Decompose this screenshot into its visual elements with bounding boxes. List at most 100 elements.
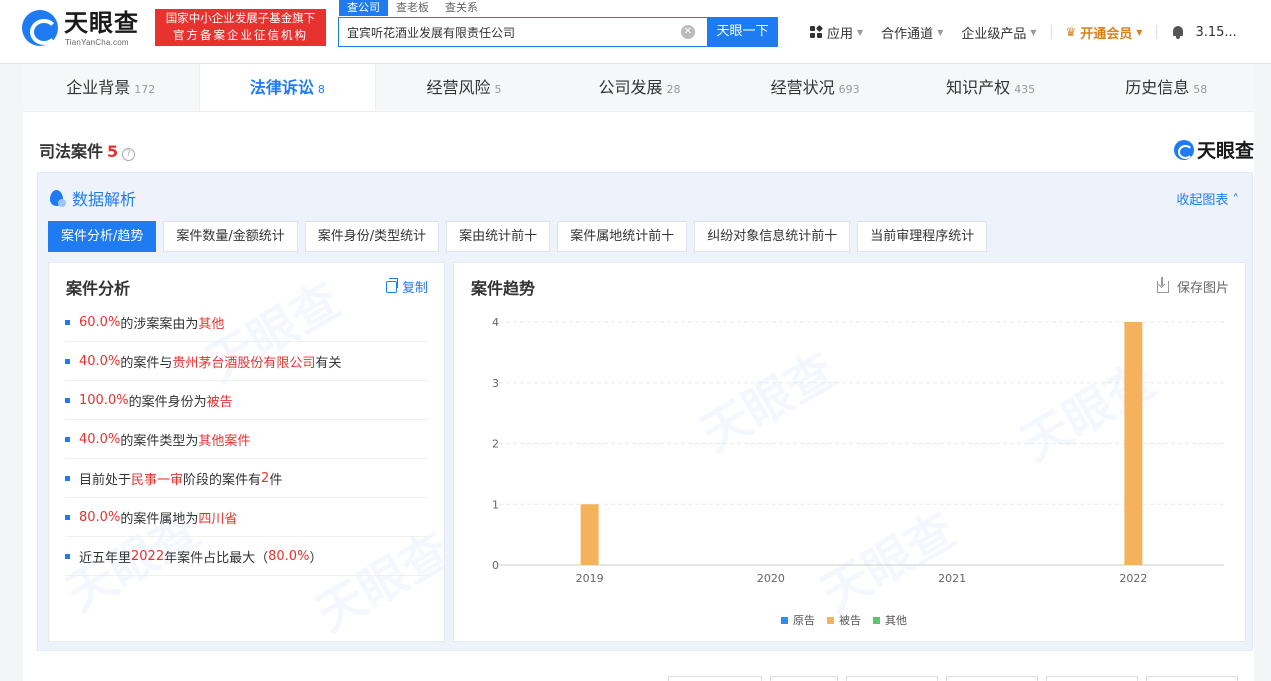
- sub-tab-role-type[interactable]: 案件身份/类型统计: [304, 221, 440, 252]
- analysis-text: 有关: [315, 355, 342, 371]
- case-trend-card: 天眼查 天眼查 天眼查 案件趋势 保存图片 0 1 2 3 4 2019 2020 2021 2…: [453, 262, 1246, 642]
- analysis-text: 件: [269, 472, 283, 488]
- nav-enterprise[interactable]: 企业级产品 ▼: [961, 23, 1036, 42]
- tab-label: 历史信息: [1125, 78, 1190, 97]
- legend-swatch: [873, 616, 880, 624]
- search-input[interactable]: [347, 23, 677, 41]
- highlight-text: 其他案件: [198, 433, 251, 449]
- bullet-icon: [65, 475, 70, 481]
- collapse-chart-button[interactable]: 收起图表 ˄: [1176, 189, 1239, 208]
- tab-risk[interactable]: 经营风险 5: [376, 64, 552, 111]
- gov-badge-line2: 官方备案企业征信机构: [173, 28, 308, 42]
- copy-icon: [385, 277, 398, 293]
- tab-count: 435: [1014, 83, 1036, 96]
- legend-item[interactable]: 被告: [827, 612, 861, 628]
- sub-tab-count-amount[interactable]: 案件数量/金额统计: [163, 221, 298, 252]
- legend-item[interactable]: 其他: [873, 612, 907, 628]
- sub-tab-analysis-trend[interactable]: 案件分析/趋势: [48, 221, 157, 252]
- x-tick-label: 2019: [576, 572, 604, 585]
- case-analysis-list: 60.0% 的涉案案由为 其他 40.0% 的案件与 贵州茅台酒股份有限公司 有关 100.0…: [65, 303, 428, 576]
- analysis-list-item: 40.0% 的案件类型为 其他案件: [65, 420, 428, 459]
- analysis-text: 的案件与: [120, 355, 173, 371]
- logo-mark-icon: [22, 10, 58, 46]
- section-title: 司法案件 5?: [39, 138, 136, 162]
- chevron-down-icon: ▼: [857, 27, 864, 37]
- copy-button[interactable]: 复制: [385, 277, 428, 296]
- highlight-text: 贵州茅台酒股份有限公司: [172, 355, 316, 371]
- logo-url: TianYanCha.com: [65, 38, 129, 47]
- chart-bar[interactable]: [1124, 322, 1143, 565]
- highlight-text: 40.0%: [79, 431, 121, 447]
- nav-apps[interactable]: 应用 ▼: [810, 23, 863, 42]
- analysis-text: 的涉案案由为: [120, 316, 199, 332]
- analysis-text: 年案件占比最大（: [164, 550, 269, 566]
- nav-vip[interactable]: ♛ 开通会员 ▼: [1066, 23, 1143, 42]
- highlight-text: 40.0%: [79, 353, 121, 369]
- analysis-text: 的案件类型为: [120, 433, 199, 449]
- tab-history[interactable]: 历史信息 58: [1078, 64, 1254, 111]
- chevron-up-icon: ˄: [1228, 193, 1239, 208]
- search-tab-boss[interactable]: 查老板: [388, 0, 437, 16]
- tab-label: 企业背景: [66, 78, 131, 97]
- pagination-stub: [1046, 676, 1138, 681]
- gov-badge[interactable]: 国家中小企业发展子基金旗下 官方备案企业征信机构: [155, 9, 326, 46]
- sub-tab-cause-top10[interactable]: 案由统计前十: [446, 221, 551, 252]
- tab-label: 公司发展: [598, 78, 663, 97]
- bullet-icon: [65, 358, 70, 364]
- analysis-icon: [50, 190, 66, 207]
- pagination-stub: [668, 676, 762, 681]
- highlight-text: 80.0%: [268, 548, 310, 564]
- y-tick-label: 1: [492, 498, 499, 511]
- chart-bar[interactable]: [580, 504, 599, 565]
- tab-count: 172: [134, 83, 156, 96]
- chevron-down-icon: ▼: [1136, 27, 1143, 37]
- bullet-icon: [65, 319, 70, 325]
- x-tick-label: 2022: [1119, 572, 1147, 585]
- search-button[interactable]: 天眼一下: [707, 17, 778, 47]
- y-tick-label: 0: [492, 559, 499, 572]
- chevron-down-icon: ▼: [1030, 27, 1037, 37]
- sub-tab-region-top10[interactable]: 案件属地统计前十: [557, 221, 688, 252]
- analysis-list-item: 40.0% 的案件与 贵州茅台酒股份有限公司 有关: [65, 342, 428, 381]
- analysis-text: 的案件身份为: [128, 394, 207, 410]
- y-tick-label: 3: [492, 377, 499, 390]
- x-tick-label: 2020: [757, 572, 785, 585]
- bullet-icon: [65, 514, 70, 520]
- tab-operation[interactable]: 经营状况 693: [727, 64, 903, 111]
- tab-label: 法律诉讼: [249, 78, 314, 97]
- tab-ip[interactable]: 知识产权 435: [903, 64, 1079, 111]
- nav-user[interactable]: 3.15...: [1195, 25, 1236, 40]
- legend-swatch: [827, 616, 834, 624]
- sub-tab-procedure[interactable]: 当前审理程序统计: [857, 221, 988, 252]
- crown-icon: ♛: [1065, 25, 1077, 39]
- search-tab-company[interactable]: 查公司: [339, 0, 388, 16]
- analysis-text: 的案件属地为: [120, 511, 199, 527]
- search-tab-relation[interactable]: 查关系: [437, 0, 486, 16]
- copy-label: 复制: [401, 281, 428, 296]
- section-count: 5: [107, 142, 119, 161]
- y-tick-label: 4: [492, 316, 499, 329]
- legend-label: 被告: [839, 614, 861, 627]
- tab-label: 经营风险: [426, 78, 491, 97]
- sub-tab-party-top10[interactable]: 纠纷对象信息统计前十: [694, 221, 851, 252]
- tab-company-background[interactable]: 企业背景 172: [23, 64, 199, 111]
- nav-channels[interactable]: 合作通道 ▼: [881, 23, 943, 42]
- nav-vip-label: 开通会员: [1080, 26, 1133, 42]
- y-tick-label: 2: [492, 438, 499, 451]
- bell-icon[interactable]: [1171, 25, 1185, 39]
- gov-badge-line1: 国家中小企业发展子基金旗下: [165, 11, 316, 25]
- legend-label: 原告: [793, 614, 815, 627]
- legend-item[interactable]: 原告: [781, 612, 815, 628]
- tianyancha-logo[interactable]: 天眼查 TianYanCha.com: [22, 8, 148, 48]
- tab-legal[interactable]: 法律诉讼 8: [198, 64, 377, 111]
- x-tick-label: 2021: [938, 572, 966, 585]
- analysis-list-item: 近五年里 2022 年案件占比最大（ 80.0%）: [65, 537, 428, 576]
- clear-icon[interactable]: ✕: [681, 25, 695, 39]
- top-header: 天眼查 TianYanCha.com 国家中小企业发展子基金旗下 官方备案企业征…: [0, 0, 1271, 64]
- highlight-text: 其他: [198, 316, 225, 332]
- tab-development[interactable]: 公司发展 28: [552, 64, 728, 111]
- analysis-title-label: 数据解析: [72, 190, 137, 209]
- help-icon[interactable]: ?: [122, 148, 136, 161]
- highlight-text: 2022: [131, 548, 165, 564]
- main-panel: 司法案件 5? 天眼查 数据解析 收起图表 ˄ 案件分析/趋势 案件数量/金额统计…: [23, 112, 1254, 681]
